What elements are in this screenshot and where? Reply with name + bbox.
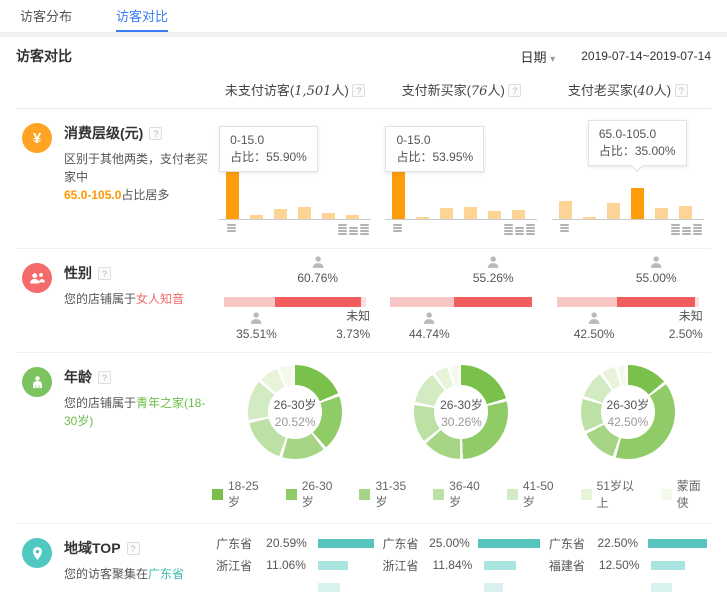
female-stat: 60.76% [297, 255, 338, 285]
coins-icon [338, 224, 369, 235]
female-stat: 55.26% [473, 255, 514, 285]
region-row: 浙江省 11.06% [216, 554, 374, 576]
region-row [382, 576, 540, 598]
consume-bar-chart: 65.0-105.0占比：35.00% [552, 118, 704, 240]
section-age: 年龄 ? 您的店铺属于青年之家(18-30岁) 26-30岁 20.52% 26… [16, 353, 711, 524]
spend-axis-icons [219, 224, 371, 238]
unknown-stat: 未知2.50% [669, 307, 703, 343]
gender-chart: 55.26% 44.74% 未知 [390, 255, 532, 347]
male-icon [574, 311, 615, 326]
coin-icon [393, 224, 402, 232]
section-title: 性别 [64, 263, 92, 283]
section-title: 地域TOP [64, 538, 121, 558]
region-row: 广东省 22.50% [549, 532, 707, 554]
section-title: 消费层级(元) [64, 123, 143, 143]
gender-chart: 60.76% 35.51% 未知3.73% [224, 255, 366, 347]
help-icon[interactable]: ? [98, 267, 111, 280]
gender-bar [390, 297, 532, 307]
male-stat: 35.51% [236, 311, 277, 341]
section-desc: 您的访客聚集在广东省 [64, 565, 184, 583]
consume-bar-chart: 0-15.0占比：55.90% [219, 118, 371, 240]
legend-item: 18-25岁 [212, 477, 269, 511]
male-stat: 42.50% [574, 311, 615, 341]
region-row: 福建省 12.50% [549, 554, 707, 576]
date-range-picker[interactable]: 2019-07-14~2019-07-14 [581, 49, 711, 63]
coins-icon [671, 224, 702, 235]
female-stat: 55.00% [636, 255, 677, 285]
help-icon[interactable]: ? [98, 371, 111, 384]
chart-tooltip: 0-15.0占比：53.95% [385, 126, 484, 172]
spend-axis-icons [552, 224, 704, 238]
yen-icon: ¥ [22, 123, 52, 153]
region-list: 广东省 20.59% 浙江省 11.06% [216, 524, 374, 598]
section-consume-level: ¥ 消费层级(元) ? 区别于其他两类，支付老买家中 65.0-105.0占比居… [16, 109, 711, 249]
legend-item: 蒙面侠 [661, 477, 711, 511]
col-head-old-buyers: 支付老买家(40人) ? [545, 75, 711, 108]
legend-item: 26-30岁 [286, 477, 343, 511]
region-row: 广东省 25.00% [382, 532, 540, 554]
age-donut-chart: 26-30岁 42.50% [581, 365, 675, 459]
region-row [216, 576, 374, 598]
age-donut-chart: 26-30岁 20.52% [248, 365, 342, 459]
section-region-top: 地域TOP ? 您的访客聚集在广东省 广东省 20.59% 浙江省 11.06% [16, 524, 711, 598]
male-stat: 44.74% [409, 311, 450, 341]
page-title: 访客对比 [16, 46, 72, 66]
female-icon [297, 255, 338, 270]
help-icon[interactable]: ? [149, 127, 162, 140]
female-icon [636, 255, 677, 270]
gender-chart: 55.00% 42.50% 未知2.50% [557, 255, 699, 347]
region-row: 浙江省 11.84% [382, 554, 540, 576]
page-header: 访客对比 日期 ▾ 2019-07-14~2019-07-14 [16, 37, 711, 75]
legend-item: 36-40岁 [433, 477, 490, 511]
gender-people-icon [22, 263, 52, 293]
tab-visitor-distribution[interactable]: 访客分布 [20, 0, 72, 32]
section-title: 年龄 [64, 367, 92, 387]
date-type-dropdown[interactable]: 日期 ▾ [521, 47, 556, 66]
help-icon[interactable]: ? [508, 84, 521, 97]
col-head-unpaid: 未支付访客(1,501人) ? [212, 75, 378, 108]
region-row [549, 576, 707, 598]
location-pin-icon [22, 538, 52, 568]
age-legend: 18-25岁 26-30岁 31-35岁 36-40岁 41-50岁 51岁以上… [212, 463, 711, 523]
age-donut-chart: 26-30岁 30.26% [414, 365, 508, 459]
gender-bar [224, 297, 366, 307]
gender-bar [557, 297, 699, 307]
section-desc: 区别于其他两类，支付老买家中 65.0-105.0占比居多 [64, 150, 212, 204]
top-tabbar: 访客分布 访客对比 [0, 0, 727, 32]
section-gender: 性别 ? 您的店铺属于女人知音 60.76% 35.51% 未知3.7 [16, 249, 711, 353]
coins-icon [504, 224, 535, 235]
col-head-new-buyers: 支付新买家(76人) ? [378, 75, 544, 108]
region-list: 广东省 22.50% 福建省 12.50% [549, 524, 707, 598]
chart-tooltip: 65.0-105.0占比：35.00% [588, 120, 687, 166]
person-icon [22, 367, 52, 397]
legend-item: 51岁以上 [581, 477, 644, 511]
tab-visitor-compare[interactable]: 访客对比 [116, 0, 168, 32]
chart-tooltip: 0-15.0占比：55.90% [219, 126, 318, 172]
legend-item: 31-35岁 [359, 477, 416, 511]
consume-bar-chart: 0-15.0占比：53.95% [385, 118, 537, 240]
coin-icon [560, 224, 569, 232]
region-list: 广东省 25.00% 浙江省 11.84% [382, 524, 540, 598]
male-icon [236, 311, 277, 326]
female-icon [473, 255, 514, 270]
coin-icon [227, 224, 236, 232]
region-row: 广东省 20.59% [216, 532, 374, 554]
male-icon [409, 311, 450, 326]
section-desc: 您的店铺属于青年之家(18-30岁) [64, 394, 212, 430]
section-desc: 您的店铺属于女人知音 [64, 290, 184, 308]
legend-item: 41-50岁 [507, 477, 564, 511]
spend-axis-icons [385, 224, 537, 238]
chevron-down-icon: ▾ [550, 54, 555, 65]
column-headers: 未支付访客(1,501人) ? 支付新买家(76人) ? 支付老买家(40人) … [16, 75, 711, 109]
help-icon[interactable]: ? [675, 84, 688, 97]
unknown-stat: 未知3.73% [336, 307, 370, 343]
help-icon[interactable]: ? [352, 84, 365, 97]
